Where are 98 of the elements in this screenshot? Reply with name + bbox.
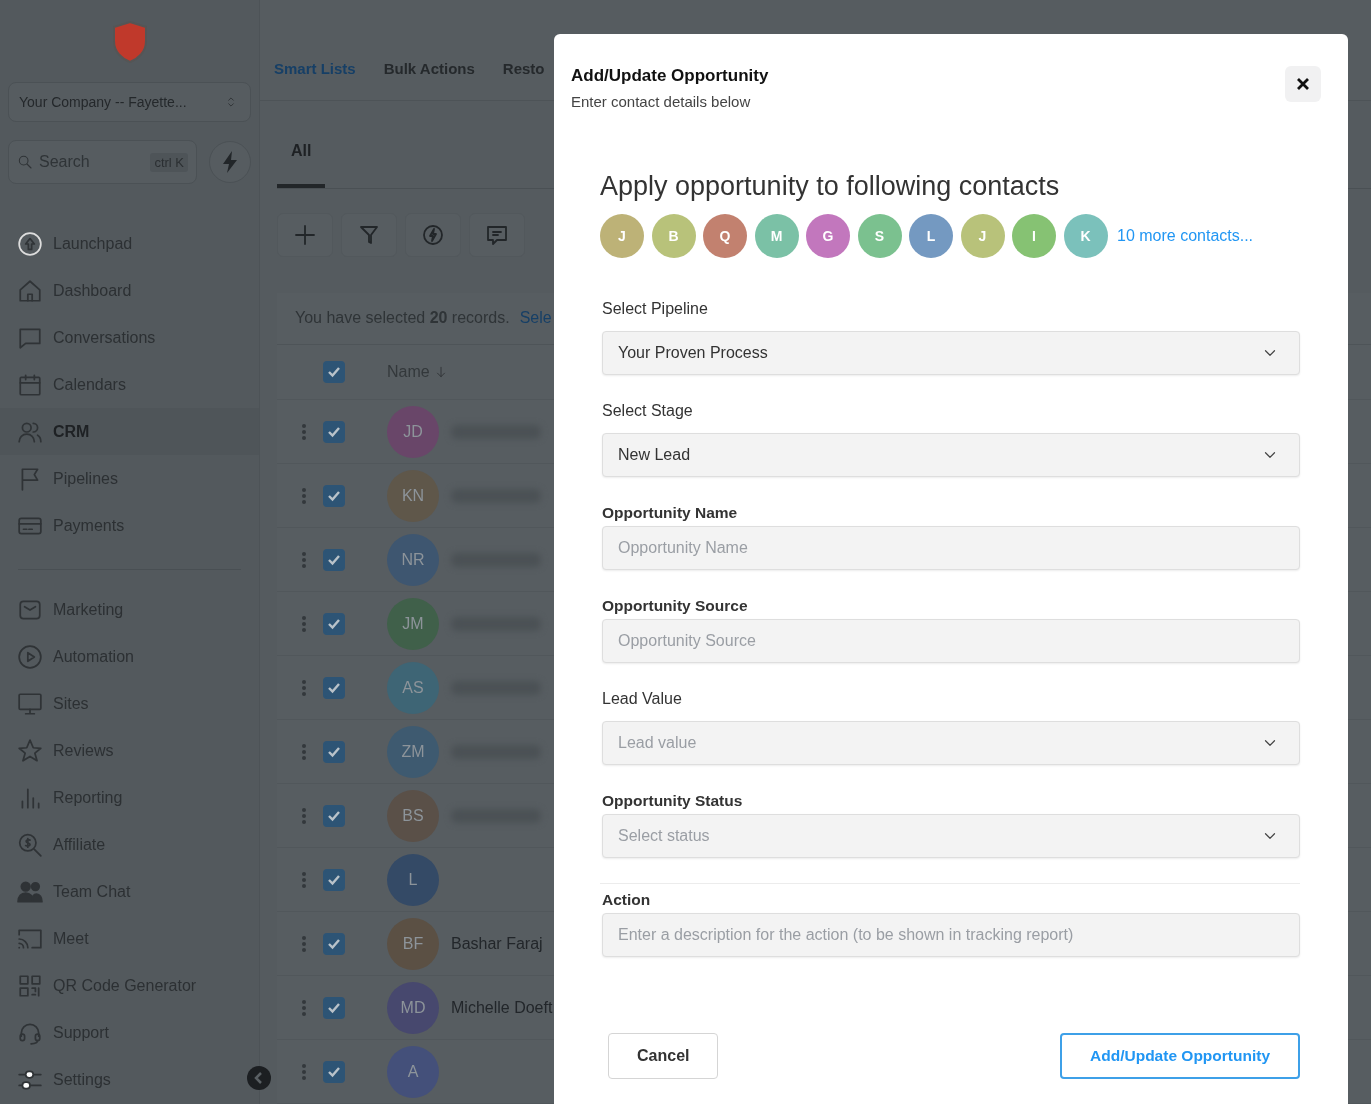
avatar: MD	[387, 981, 439, 1034]
contact-name[interactable]: Bashar Faraj	[451, 934, 543, 953]
input-field[interactable]: Opportunity Source	[602, 619, 1300, 663]
field-label: Opportunity Source	[602, 596, 749, 616]
team-icon	[17, 878, 43, 905]
checkbox[interactable]	[323, 676, 345, 699]
checkmark-icon	[327, 366, 341, 378]
contact-avatar: J	[960, 214, 1005, 258]
contact-avatar: S	[857, 214, 902, 258]
checkmark-icon	[327, 809, 341, 822]
star-icon	[17, 737, 43, 764]
checkbox[interactable]	[323, 420, 345, 443]
field-label: Select Pipeline	[602, 299, 709, 319]
drag-handle-icon[interactable]	[301, 678, 307, 697]
checkmark-icon	[327, 1065, 341, 1078]
contact-avatar: I	[1012, 214, 1056, 258]
checkbox[interactable]	[323, 868, 345, 891]
contact-avatar: Q	[703, 214, 747, 258]
drag-handle-icon[interactable]	[301, 614, 307, 633]
avatar: L	[387, 853, 439, 906]
checkmark-icon	[327, 681, 341, 694]
tab[interactable]: All	[277, 100, 326, 188]
contact-avatar: K	[1063, 214, 1108, 258]
field-label: Select Stage	[602, 401, 694, 421]
select-field[interactable]: Select status	[602, 814, 1300, 858]
drag-handle-icon[interactable]	[301, 870, 307, 889]
lightning-icon	[220, 150, 240, 174]
avatar: KN	[387, 469, 439, 522]
drag-handle-icon[interactable]	[301, 934, 307, 953]
lightning-icon	[421, 222, 445, 247]
field-label: Opportunity Status	[602, 791, 744, 811]
checkbox[interactable]	[323, 932, 345, 955]
checkmark-icon	[327, 425, 341, 438]
checkbox[interactable]	[323, 1060, 345, 1083]
drag-handle-icon[interactable]	[301, 1062, 307, 1081]
checkmark-icon	[327, 1001, 341, 1014]
checkmark-icon	[327, 937, 341, 950]
checkbox[interactable]	[323, 548, 345, 571]
drag-handle-icon[interactable]	[301, 742, 307, 761]
checkbox[interactable]	[323, 804, 345, 827]
checkmark-icon	[327, 745, 341, 758]
close-button[interactable]	[1285, 66, 1321, 102]
play-icon	[17, 643, 43, 670]
calendar-icon	[17, 371, 43, 398]
shield-logo	[110, 20, 149, 64]
contact-avatar: B	[651, 214, 696, 258]
more-contacts-link[interactable]: 10 more contacts...	[1117, 227, 1254, 245]
drag-handle-icon[interactable]	[301, 550, 307, 569]
drag-handle-icon[interactable]	[301, 998, 307, 1017]
checkmark-icon	[327, 617, 341, 630]
checkbox[interactable]	[323, 361, 345, 383]
quick-actions-button[interactable]	[209, 141, 251, 183]
avatar: BF	[387, 917, 439, 970]
contact-avatar: L	[909, 214, 953, 258]
dialog-title: Add/Update Opportunity	[571, 66, 769, 86]
qr-code-icon	[17, 972, 43, 999]
input-field[interactable]: Opportunity Name	[602, 526, 1300, 570]
select-field[interactable]: Lead value	[602, 721, 1300, 765]
avatar: A	[387, 1045, 439, 1098]
avatar: NR	[387, 533, 439, 586]
field-label: Opportunity Name	[602, 503, 739, 523]
monitor-icon	[17, 690, 43, 717]
checkmark-icon	[327, 489, 341, 502]
contact-avatar: J	[600, 214, 644, 258]
checkmark-icon	[327, 873, 341, 886]
avatar: JM	[387, 597, 439, 650]
search-icon	[17, 154, 33, 170]
dialog-subtitle: Enter contact details below	[571, 93, 752, 110]
field-label: Action	[602, 890, 652, 910]
avatar: BS	[387, 789, 439, 842]
checkbox[interactable]	[323, 484, 345, 507]
input-field[interactable]: Enter a description for the action (to be shown in tracking report)	[602, 913, 1300, 957]
avatar: ZM	[387, 725, 439, 778]
cancel-button[interactable]: Cancel	[608, 1033, 719, 1079]
search-dollar-icon	[17, 831, 43, 858]
select-field[interactable]: New Lead	[602, 433, 1300, 477]
submit-button[interactable]: Add/Update Opportunity	[1060, 1033, 1300, 1079]
checkmark-icon	[327, 553, 341, 566]
drag-handle-icon[interactable]	[301, 422, 307, 441]
contact-avatar: G	[806, 214, 850, 258]
avatar: JD	[387, 405, 439, 458]
contact-avatar: M	[754, 214, 799, 258]
select-all-link[interactable]: Sele	[519, 309, 552, 328]
select-field[interactable]: Your Proven Process	[602, 331, 1300, 375]
drag-handle-icon[interactable]	[301, 806, 307, 825]
field-label: Lead Value	[602, 689, 683, 709]
chevron-left-icon	[253, 1071, 265, 1085]
drag-handle-icon[interactable]	[301, 486, 307, 505]
collapse-button[interactable]	[247, 1066, 271, 1090]
tab[interactable]: Smart Lists	[274, 59, 356, 77]
contact-name[interactable]: Michelle Doeft	[451, 998, 553, 1017]
avatar: AS	[387, 661, 439, 714]
checkbox[interactable]	[323, 740, 345, 763]
close-icon	[1296, 77, 1310, 91]
section-heading: Apply opportunity to following contacts	[600, 170, 1061, 202]
checkbox[interactable]	[323, 612, 345, 635]
plus-icon	[293, 222, 317, 247]
checkbox[interactable]	[323, 996, 345, 1019]
